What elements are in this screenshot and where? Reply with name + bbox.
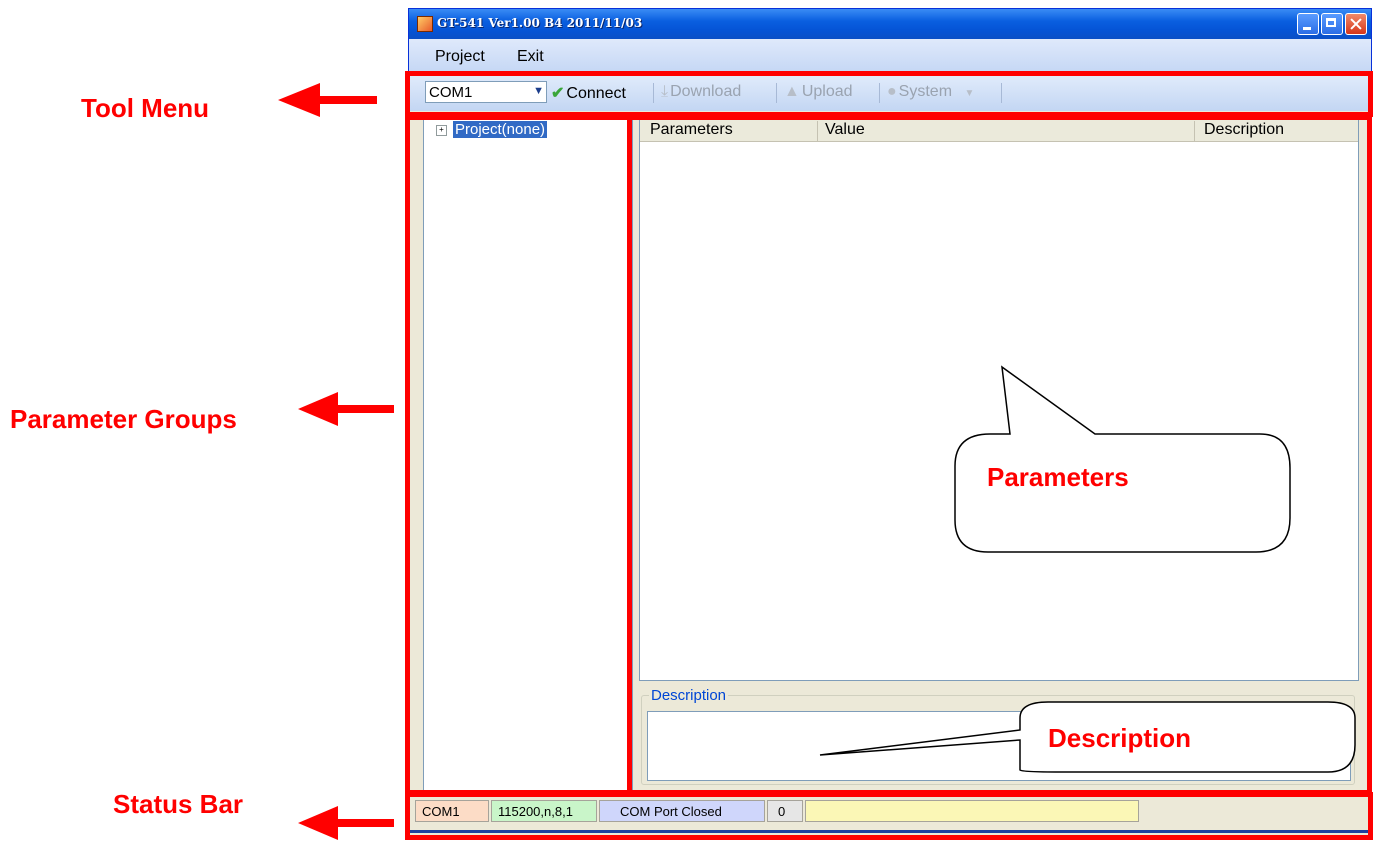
system-label: System [898,83,953,100]
upload-label: Upload [801,83,853,100]
column-divider[interactable] [1194,121,1195,142]
tree-node-label: Project(none) [453,121,548,138]
minimize-button[interactable] [1297,13,1319,35]
toolbar-separator [879,83,880,103]
system-icon: ● [887,83,897,100]
arrow-icon [278,83,377,117]
app-icon [417,16,433,32]
column-header-description[interactable]: Description [1204,121,1284,139]
toolbar-separator [653,83,654,103]
column-header-value[interactable]: Value [825,121,865,139]
status-port: COM1 [415,800,489,822]
expand-icon[interactable]: + [436,124,447,136]
tool-menu-annotation: Tool Menu [81,93,210,123]
menu-project[interactable]: Project [435,48,485,66]
maximize-button[interactable] [1321,13,1343,35]
arrow-icon [298,392,394,426]
status-count: 0 [767,800,803,822]
column-header-parameters[interactable]: Parameters [650,121,733,139]
description-legend: Description [649,687,729,704]
status-message [805,800,1139,822]
description-group: Description [639,685,1359,787]
window-title: GT-541 Ver1.00 B4 2011/11/03 [437,16,643,30]
arrow-icon [298,806,394,840]
com-port-select[interactable]: COM1 ▼ [425,81,547,103]
status-bar: COM1 115200,n,8,1 COM Port Closed 0 [409,795,1371,826]
com-port-value: COM1 [429,84,473,101]
check-icon: ✔ [551,85,565,102]
connect-button[interactable]: ✔ Connect [551,83,626,103]
menu-exit[interactable]: Exit [517,48,544,66]
description-box[interactable] [647,711,1351,781]
close-button[interactable] [1345,13,1367,35]
download-label: Download [670,83,742,100]
parameters-grid[interactable]: Parameters Value Description [639,118,1359,681]
tree-node-root[interactable]: + Project(none) [436,121,548,138]
chevron-down-icon: ▼ [964,88,975,99]
connect-label: Connect [566,85,626,102]
window-bottom-border [409,830,1371,833]
toolbar-separator [776,83,777,103]
chevron-down-icon[interactable]: ▼ [533,85,544,97]
status-baud: 115200,n,8,1 [491,800,597,822]
parameter-groups-annotation: Parameter Groups [10,404,237,434]
system-dropdown-button[interactable]: ● System ▼ [887,83,976,101]
parameters-callout-label: Parameters [987,462,1129,492]
status-connection: COM Port Closed [599,800,765,822]
menu-bar: Project Exit [409,39,1371,71]
status-bar-annotation: Status Bar [113,789,244,819]
toolbar-separator [1001,83,1002,103]
app-window: GT-541 Ver1.00 B4 2011/11/03 Project Exi… [408,8,1372,840]
title-bar[interactable]: GT-541 Ver1.00 B4 2011/11/03 [409,9,1371,39]
description-callout-label: Description [1048,723,1192,753]
toolbar: COM1 ▼ ✔ Connect ⤓ Download ▲ Upload ● Syste… [409,71,1371,111]
upload-icon: ▲ [784,83,800,100]
upload-button[interactable]: ▲ Upload [784,83,853,101]
parameter-groups-tree[interactable]: + Project(none) [423,118,633,793]
column-divider[interactable] [817,121,818,142]
download-button[interactable]: ⤓ Download [661,83,741,101]
download-icon: ⤓ [661,83,669,100]
grid-header: Parameters Value Description [640,119,1358,142]
